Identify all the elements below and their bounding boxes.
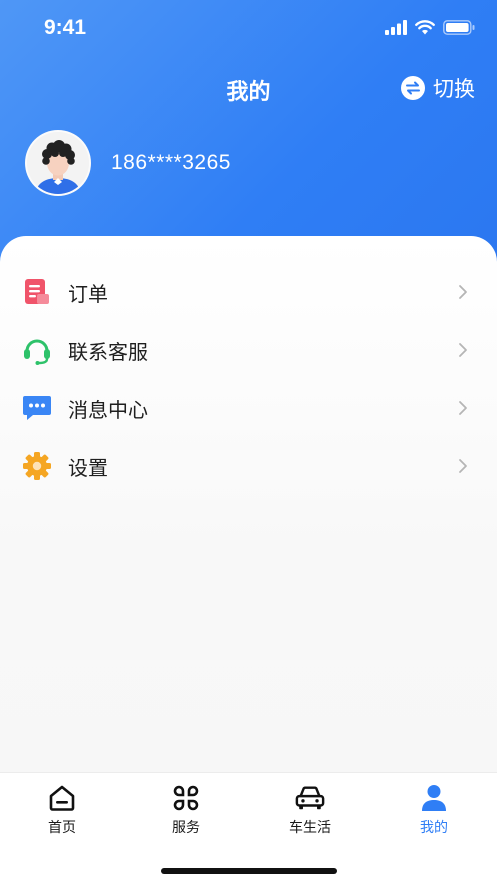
menu-label-customer-service: 联系客服 [68,341,148,364]
status-icons [385,20,475,35]
menu-label-message-center: 消息中心 [68,399,148,422]
user-phone: 186****3265 [111,151,231,174]
home-icon [47,783,77,813]
title-row: 我的 切换 [0,70,497,110]
gear-icon [22,451,52,481]
chevron-right-icon [459,459,467,473]
car-icon [295,783,325,813]
chevron-right-icon [459,401,467,415]
home-indicator[interactable] [161,868,337,874]
wifi-icon [415,20,435,35]
tab-home[interactable]: 首页 [0,783,124,843]
menu-item-orders[interactable]: 订单 [0,263,497,321]
menu-item-message-center[interactable]: 消息中心 [0,379,497,437]
grid-icon [171,783,201,813]
chevron-right-icon [459,285,467,299]
user-profile[interactable]: 186****3265 [25,130,231,196]
tab-services[interactable]: 服务 [124,783,248,843]
tab-label-home: 首页 [48,819,76,835]
battery-icon [443,20,475,35]
tab-bar: 首页 服务 车生活 我的 [0,772,497,883]
order-icon [22,277,52,307]
menu-card: 订单 联系客服 消息中心 设置 [0,236,497,773]
switch-label: 切换 [433,78,475,101]
switch-button[interactable]: 切换 [401,73,475,103]
menu-label-settings: 设置 [68,457,108,480]
status-time: 9:41 [44,16,87,39]
tab-label-mine: 我的 [420,819,448,835]
tab-label-services: 服务 [172,819,200,835]
menu-item-settings[interactable]: 设置 [0,437,497,495]
avatar[interactable] [25,130,91,196]
headset-icon [22,335,52,365]
menu-item-customer-service[interactable]: 联系客服 [0,321,497,379]
menu-list: 订单 联系客服 消息中心 设置 [0,263,497,495]
tab-mine[interactable]: 我的 [372,783,496,843]
message-icon [22,393,52,423]
signal-icon [385,20,407,35]
tab-car-life[interactable]: 车生活 [248,783,372,843]
chevron-right-icon [459,343,467,357]
menu-label-orders: 订单 [68,283,108,306]
swap-icon [401,76,425,100]
person-icon [419,783,449,813]
tab-label-car-life: 车生活 [289,819,331,835]
status-bar: 9:41 [0,0,497,58]
